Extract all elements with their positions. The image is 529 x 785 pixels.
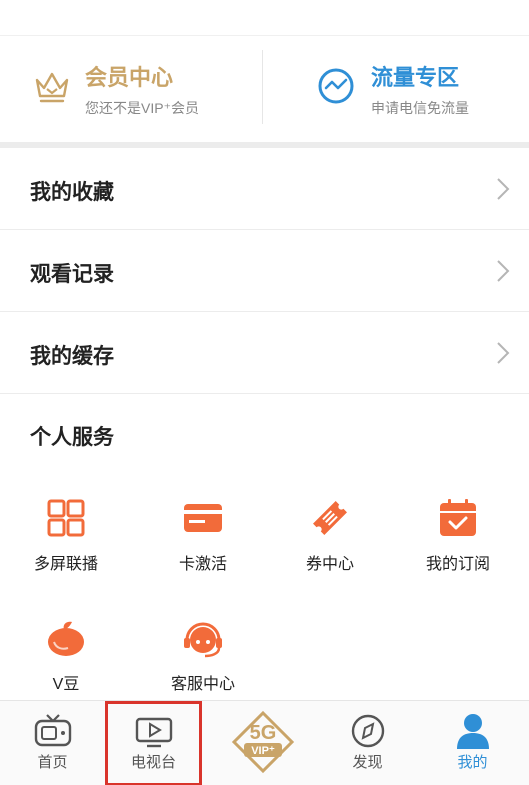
data-zone-subtitle: 申请电信免流量 [371,100,469,116]
data-flow-icon [318,68,354,104]
service-coupon-center[interactable]: 券中心 [264,498,396,598]
tab-mine[interactable]: 我的 [420,701,525,785]
tab-label: 发现 [352,754,383,771]
bottom-tab-bar: 首页 电视台 5G VIP⁺ 发现 我的 [0,700,529,785]
headset-icon [184,622,222,658]
vip-center-subtitle: 您还不是VIP⁺会员 [85,100,199,116]
calendar-icon [440,499,476,536]
list-item-favorites[interactable]: 我的收藏 [0,148,529,230]
card-icon [184,504,222,532]
tab-label: 首页 [37,754,68,771]
multi-screen-icon [47,499,85,537]
promo-bar: 会员中心 您还不是VIP⁺会员 流量专区 申请电信免流量 [0,36,529,142]
tv-icon [34,714,72,747]
svg-text:VIP⁺: VIP⁺ [251,745,275,757]
data-zone-title: 流量专区 [371,65,460,90]
chevron-right-icon [497,178,510,200]
top-strip [0,0,529,36]
compass-icon [351,714,385,748]
list-item-downloads[interactable]: 我的缓存 [0,312,529,394]
list-item-label: 我的缓存 [30,345,114,368]
service-label: 客服中心 [170,676,235,693]
person-icon [457,714,489,749]
data-zone-card[interactable]: 流量专区 申请电信免流量 [264,36,528,142]
vip-center-card[interactable]: 会员中心 您还不是VIP⁺会员 [0,36,264,142]
service-label: 多屏联播 [33,556,98,573]
tab-label: 我的 [457,754,488,771]
play-icon [135,717,173,748]
service-subscriptions[interactable]: 我的订阅 [392,498,524,598]
service-card-activate[interactable]: 卡激活 [137,498,269,598]
list-item-label: 我的收藏 [30,181,114,204]
service-label: 卡激活 [178,556,227,573]
personal-services-title: 个人服务 [30,426,114,449]
bean-icon [48,621,84,656]
vip-center-title: 会员中心 [85,65,174,90]
5g-vip-icon: 5G VIP⁺ [231,710,295,774]
service-label: 我的订阅 [425,556,490,573]
service-multi-screen[interactable]: 多屏联播 [0,498,132,598]
ticket-icon [313,501,347,535]
list-item-history[interactable]: 观看记录 [0,230,529,312]
svg-text:5G: 5G [250,722,277,744]
service-label: V豆 [52,676,80,693]
promo-divider [262,50,263,124]
chevron-right-icon [497,260,510,282]
tab-home[interactable]: 首页 [0,701,105,785]
chevron-right-icon [497,342,510,364]
service-label: 券中心 [305,556,354,573]
tab-discover[interactable]: 发现 [315,701,420,785]
tab-tv-station[interactable]: 电视台 [105,701,202,785]
tab-5g-vip[interactable]: 5G VIP⁺ [210,701,315,785]
crown-icon [35,72,69,103]
tab-label: 电视台 [130,754,176,771]
list-item-label: 观看记录 [30,263,114,286]
